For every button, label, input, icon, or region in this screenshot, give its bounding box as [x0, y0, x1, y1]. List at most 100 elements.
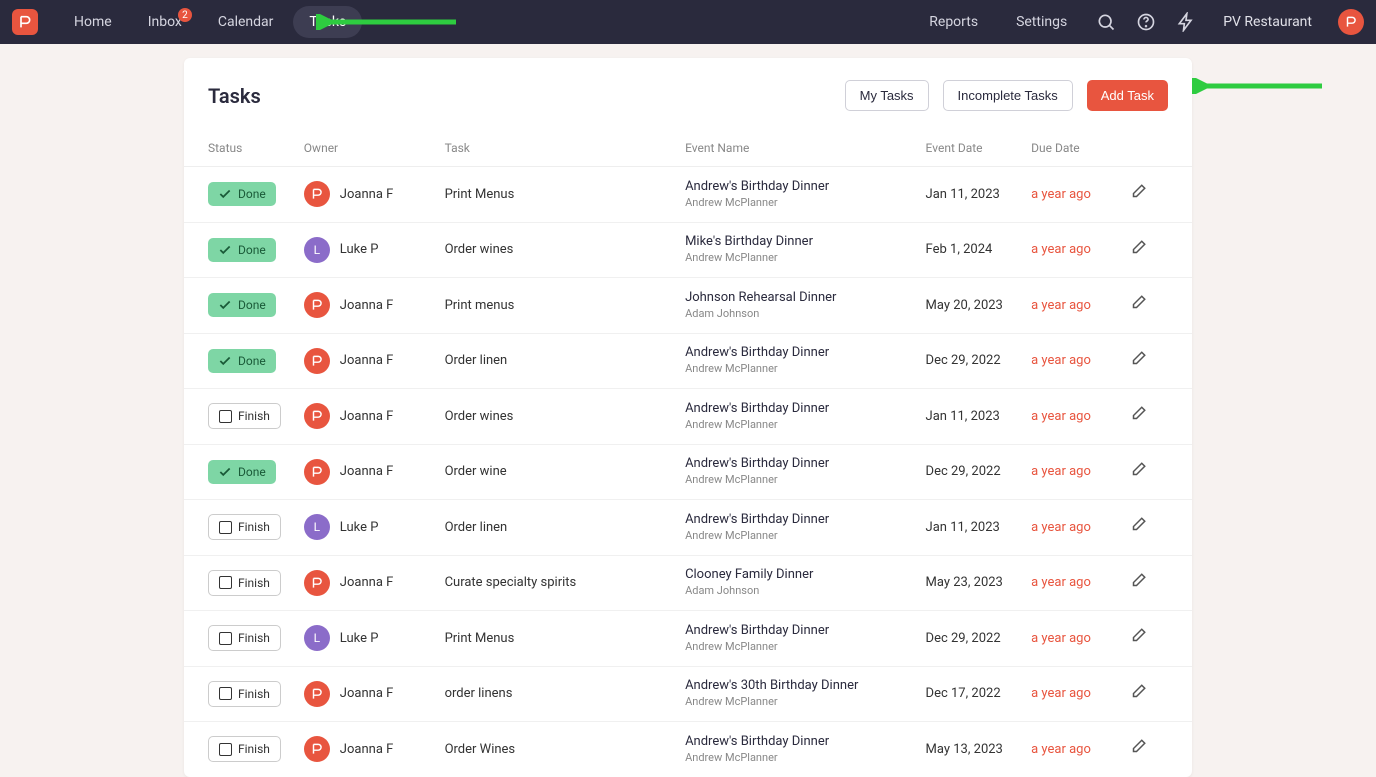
event-date: Jan 11, 2023 — [926, 187, 1032, 202]
owner-avatar — [304, 292, 330, 318]
help-icon[interactable] — [1135, 11, 1157, 33]
bolt-icon[interactable] — [1175, 11, 1197, 33]
event-date: Feb 1, 2024 — [926, 242, 1032, 257]
event-date: Dec 29, 2022 — [926, 353, 1032, 368]
status-pill[interactable]: Finish — [208, 736, 281, 762]
status-pill[interactable]: Done — [208, 460, 276, 484]
due-date: a year ago — [1031, 353, 1129, 368]
status-pill[interactable]: Finish — [208, 625, 281, 651]
task-name[interactable]: Order wine — [445, 464, 685, 479]
owner-avatar — [304, 348, 330, 374]
event-date: Dec 29, 2022 — [926, 464, 1032, 479]
event-person: Adam Johnson — [685, 584, 925, 598]
status-pill[interactable]: Finish — [208, 570, 281, 596]
owner-name: Luke P — [340, 242, 379, 257]
event-name[interactable]: Clooney Family Dinner — [685, 567, 925, 584]
event-person: Andrew McPlanner — [685, 418, 925, 432]
table-row: FinishLLuke PPrint MenusAndrew's Birthda… — [184, 611, 1192, 667]
incomplete-tasks-button[interactable]: Incomplete Tasks — [943, 80, 1073, 111]
nav-calendar[interactable]: Calendar — [202, 6, 290, 38]
owner-name: Luke P — [340, 520, 379, 535]
edit-button[interactable] — [1129, 516, 1168, 538]
event-person: Andrew McPlanner — [685, 473, 925, 487]
my-tasks-button[interactable]: My Tasks — [845, 80, 929, 111]
due-date: a year ago — [1031, 631, 1129, 646]
event-name[interactable]: Andrew's 30th Birthday Dinner — [685, 678, 925, 695]
task-name[interactable]: Order wines — [445, 242, 685, 257]
due-date: a year ago — [1031, 409, 1129, 424]
edit-button[interactable] — [1129, 294, 1168, 316]
task-name[interactable]: Order wines — [445, 409, 685, 424]
table-body: DoneJoanna FPrint MenusAndrew's Birthday… — [184, 167, 1192, 777]
event-date: May 13, 2023 — [926, 742, 1032, 757]
status-pill[interactable]: Done — [208, 293, 276, 317]
owner-avatar — [304, 681, 330, 707]
event-name[interactable]: Andrew's Birthday Dinner — [685, 734, 925, 751]
status-pill[interactable]: Finish — [208, 681, 281, 707]
status-pill[interactable]: Done — [208, 238, 276, 262]
event-person: Adam Johnson — [685, 307, 925, 321]
status-label: Finish — [238, 631, 270, 645]
table-row: Finish L Luke P Order linenAndrew's Birthda… — [184, 500, 1192, 556]
owner-avatar: L — [304, 514, 330, 540]
company-name[interactable]: PV Restaurant — [1215, 14, 1320, 30]
table-row: DoneJoanna FOrder wineAndrew's Birthday … — [184, 445, 1192, 501]
event-name[interactable]: Andrew's Birthday Dinner — [685, 623, 925, 640]
edit-button[interactable] — [1129, 405, 1168, 427]
due-date: a year ago — [1031, 298, 1129, 313]
nav-inbox[interactable]: Inbox 2 — [132, 6, 198, 38]
due-date: a year ago — [1031, 187, 1129, 202]
table-row: DoneJoanna FOrder linenAndrew's Birthday… — [184, 334, 1192, 390]
edit-button[interactable] — [1129, 239, 1168, 261]
edit-button[interactable] — [1129, 350, 1168, 372]
task-name[interactable]: Print menus — [445, 298, 685, 313]
status-pill[interactable]: Finish — [208, 403, 281, 429]
col-status: Status — [208, 141, 304, 155]
due-date: a year ago — [1031, 520, 1129, 535]
task-name[interactable]: order linens — [445, 686, 685, 701]
search-icon[interactable] — [1095, 11, 1117, 33]
owner-avatar — [304, 736, 330, 762]
nav-home[interactable]: Home — [58, 6, 128, 38]
owner-name: Joanna F — [340, 409, 394, 424]
status-pill[interactable]: Finish — [208, 514, 281, 540]
task-name[interactable]: Order linen — [445, 353, 685, 368]
owner-name: Joanna F — [340, 686, 394, 701]
event-name[interactable]: Andrew's Birthday Dinner — [685, 512, 925, 529]
task-name[interactable]: Curate specialty spirits — [445, 575, 685, 590]
edit-button[interactable] — [1129, 461, 1168, 483]
edit-button[interactable] — [1129, 683, 1168, 705]
app-logo[interactable] — [12, 9, 38, 35]
status-label: Finish — [238, 409, 270, 423]
nav-tasks[interactable]: Tasks — [293, 6, 362, 38]
user-avatar[interactable] — [1338, 9, 1364, 35]
status-pill[interactable]: Done — [208, 182, 276, 206]
status-label: Done — [238, 465, 266, 479]
edit-button[interactable] — [1129, 572, 1168, 594]
event-name[interactable]: Andrew's Birthday Dinner — [685, 456, 925, 473]
status-pill[interactable]: Done — [208, 349, 276, 373]
add-task-button[interactable]: Add Task — [1087, 80, 1168, 111]
col-owner: Owner — [304, 141, 445, 155]
event-name[interactable]: Andrew's Birthday Dinner — [685, 179, 925, 196]
task-name[interactable]: Print Menus — [445, 187, 685, 202]
nav-settings[interactable]: Settings — [1006, 6, 1077, 38]
task-name[interactable]: Order Wines — [445, 742, 685, 757]
table-row: DoneJoanna FPrint menusJohnson Rehearsal… — [184, 278, 1192, 334]
edit-button[interactable] — [1129, 738, 1168, 760]
task-name[interactable]: Print Menus — [445, 631, 685, 646]
event-name[interactable]: Johnson Rehearsal Dinner — [685, 290, 925, 307]
col-task: Task — [445, 141, 685, 155]
event-date: May 20, 2023 — [926, 298, 1032, 313]
event-name[interactable]: Andrew's Birthday Dinner — [685, 401, 925, 418]
edit-button[interactable] — [1129, 627, 1168, 649]
event-name[interactable]: Andrew's Birthday Dinner — [685, 345, 925, 362]
event-name[interactable]: Mike's Birthday Dinner — [685, 234, 925, 251]
task-name[interactable]: Order linen — [445, 520, 685, 535]
checkbox-icon — [219, 632, 232, 645]
checkbox-icon — [219, 410, 232, 423]
event-person: Andrew McPlanner — [685, 529, 925, 543]
event-person: Andrew McPlanner — [685, 362, 925, 376]
edit-button[interactable] — [1129, 183, 1168, 205]
nav-reports[interactable]: Reports — [919, 6, 988, 38]
